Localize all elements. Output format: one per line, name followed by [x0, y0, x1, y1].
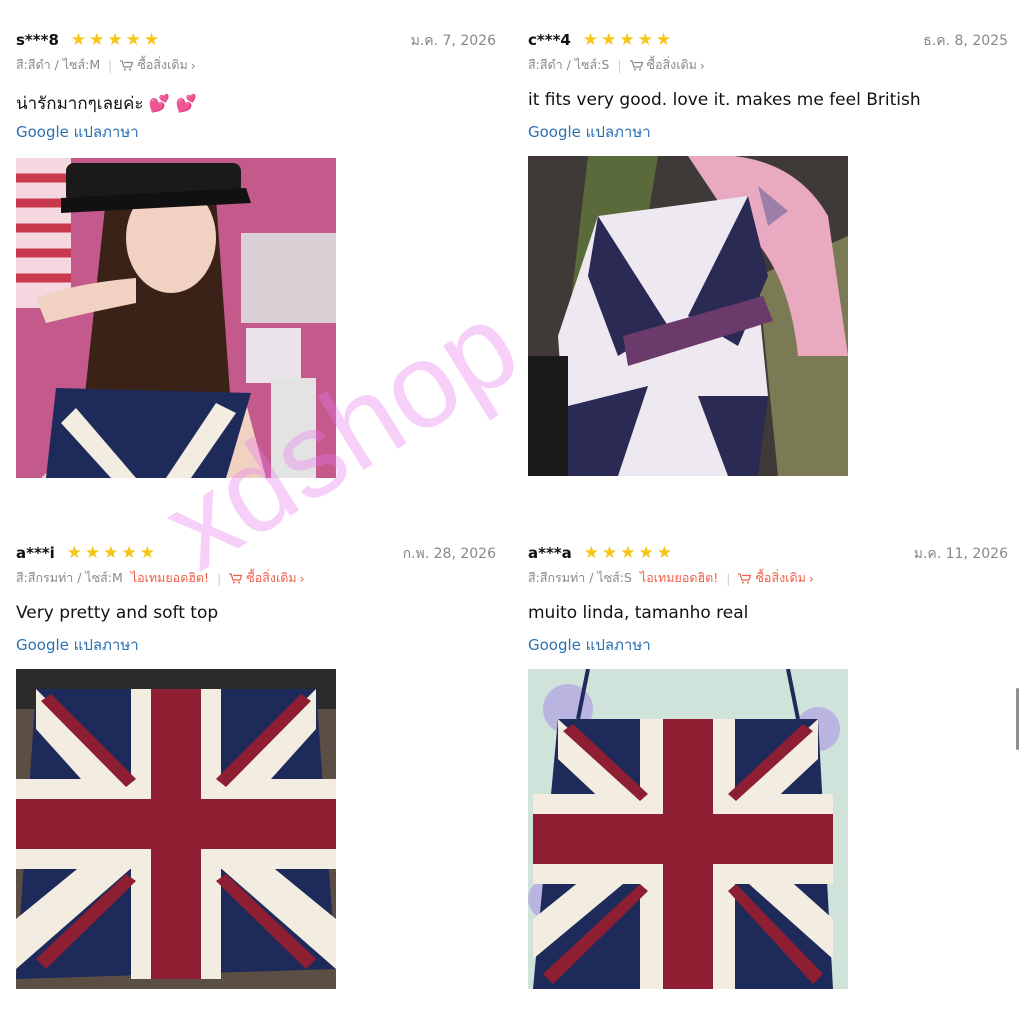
star-icon: ★: [655, 29, 672, 50]
star-icon: ★: [582, 29, 599, 50]
rating-stars: ★ ★ ★ ★ ★: [583, 542, 673, 563]
review-header: a***i ★ ★ ★ ★ ★ ก.พ. 28, 2026: [16, 541, 496, 565]
review-comment: Very pretty and soft top: [16, 603, 219, 623]
review-comment-text: น่ารักมากๆเลยค่ะ: [16, 94, 144, 114]
variant-info: สี:สีกรมท่า / ไซส์:S: [528, 570, 632, 585]
review-date: ธ.ค. 8, 2025: [923, 33, 1008, 49]
translate-link[interactable]: Google แปลภาษา: [16, 120, 496, 144]
star-icon: ★: [619, 29, 635, 50]
hot-item-badge: ไอเทมยอดฮิต!: [130, 570, 210, 585]
variant-row: สี:สีกรมท่า / ไซส์:M ไอเทมยอดฮิต! | ซื้อ…: [16, 569, 496, 587]
review-photo[interactable]: [528, 669, 848, 989]
translate-link[interactable]: Google แปลภาษา: [528, 633, 1008, 657]
buy-again-label: ซื้อสิ่งเดิม: [755, 570, 806, 585]
star-icon: ★: [638, 542, 654, 563]
chevron-right-icon: ›: [190, 57, 196, 73]
reviewer-name: s***8: [16, 31, 59, 49]
hot-item-badge: ไอเทมยอดฮิต!: [639, 570, 719, 585]
star-icon: ★: [143, 29, 160, 50]
buy-again-link[interactable]: ซื้อสิ่งเดิม ›: [738, 568, 814, 588]
divider: |: [108, 57, 113, 73]
star-icon: ★: [103, 542, 119, 563]
divider: |: [617, 57, 622, 73]
star-icon: ★: [125, 29, 141, 50]
review-card: a***i ★ ★ ★ ★ ★ ก.พ. 28, 2026 สี:สีกรมท่า / …: [16, 541, 496, 1011]
buy-again-link[interactable]: ซื้อสิ่งเดิม ›: [629, 55, 705, 75]
review-header: a***a ★ ★ ★ ★ ★ ม.ค. 11, 2026: [528, 541, 1008, 565]
buy-again-label: ซื้อสิ่งเดิม: [646, 57, 697, 72]
reviewer-name: a***i: [16, 544, 55, 562]
reviewer-name: c***4: [528, 31, 571, 49]
star-icon: ★: [583, 542, 600, 563]
variant-info: สี:สีดำ / ไซส์:M: [16, 57, 101, 72]
star-icon: ★: [89, 29, 105, 50]
divider: |: [726, 570, 731, 586]
chevron-right-icon: ›: [299, 570, 305, 586]
review-date: ม.ค. 11, 2026: [913, 546, 1008, 562]
variant-info: สี:สีดำ / ไซส์:S: [528, 57, 610, 72]
cart-icon: [120, 59, 134, 70]
variant-row: สี:สีดำ / ไซส์:M | ซื้อสิ่งเดิม ›: [16, 56, 496, 74]
translate-link[interactable]: Google แปลภาษา: [528, 120, 1008, 144]
star-icon: ★: [620, 542, 636, 563]
review-header: c***4 ★ ★ ★ ★ ★ ธ.ค. 8, 2025: [528, 28, 1008, 52]
heart-emoji-icon: 💕 💕: [143, 94, 197, 114]
star-icon: ★: [637, 29, 653, 50]
review-comment: น่ารักมากๆเลยค่ะ 💕 💕: [16, 90, 496, 114]
star-icon: ★: [656, 542, 673, 563]
chevron-right-icon: ›: [808, 570, 814, 586]
cart-icon: [229, 572, 243, 583]
star-icon: ★: [601, 29, 617, 50]
buy-again-link[interactable]: ซื้อสิ่งเดิม ›: [229, 568, 305, 588]
star-icon: ★: [139, 542, 156, 563]
star-icon: ★: [66, 542, 83, 563]
review-comment: it fits very good. love it. makes me fee…: [528, 90, 921, 110]
star-icon: ★: [121, 542, 137, 563]
review-card: s***8 ★ ★ ★ ★ ★ ม.ค. 7, 2026 สี:สีดำ / ไซส์:…: [16, 28, 496, 498]
variant-row: สี:สีดำ / ไซส์:S | ซื้อสิ่งเดิม ›: [528, 56, 1008, 74]
review-photo[interactable]: [16, 669, 336, 989]
review-photo[interactable]: [528, 156, 848, 476]
translate-link[interactable]: Google แปลภาษา: [16, 633, 496, 657]
review-date: ก.พ. 28, 2026: [402, 546, 496, 562]
variant-info: สี:สีกรมท่า / ไซส์:M: [16, 570, 123, 585]
variant-row: สี:สีกรมท่า / ไซส์:S ไอเทมยอดฮิต! | ซื้อ…: [528, 569, 1008, 587]
buy-again-label: ซื้อสิ่งเดิม: [137, 57, 188, 72]
buy-again-label: ซื้อสิ่งเดิม: [246, 570, 297, 585]
rating-stars: ★ ★ ★ ★ ★: [70, 29, 160, 50]
reviewer-name: a***a: [528, 544, 572, 562]
review-card: c***4 ★ ★ ★ ★ ★ ธ.ค. 8, 2025 สี:สีดำ / ไซส์:…: [528, 28, 1008, 498]
review-date: ม.ค. 7, 2026: [410, 33, 496, 49]
review-comment: muito linda, tamanho real: [528, 603, 749, 623]
review-header: s***8 ★ ★ ★ ★ ★ ม.ค. 7, 2026: [16, 28, 496, 52]
cart-icon: [629, 59, 643, 70]
star-icon: ★: [85, 542, 101, 563]
cart-icon: [738, 572, 752, 583]
buy-again-link[interactable]: ซื้อสิ่งเดิม ›: [120, 55, 196, 75]
divider: |: [217, 570, 222, 586]
star-icon: ★: [602, 542, 618, 563]
rating-stars: ★ ★ ★ ★ ★: [582, 29, 672, 50]
review-photo[interactable]: [16, 158, 336, 478]
review-card: a***a ★ ★ ★ ★ ★ ม.ค. 11, 2026 สี:สีกรมท่า / …: [528, 541, 1008, 1011]
star-icon: ★: [107, 29, 123, 50]
chevron-right-icon: ›: [699, 57, 705, 73]
star-icon: ★: [70, 29, 87, 50]
scrollbar[interactable]: [1016, 688, 1019, 750]
rating-stars: ★ ★ ★ ★ ★: [66, 542, 156, 563]
